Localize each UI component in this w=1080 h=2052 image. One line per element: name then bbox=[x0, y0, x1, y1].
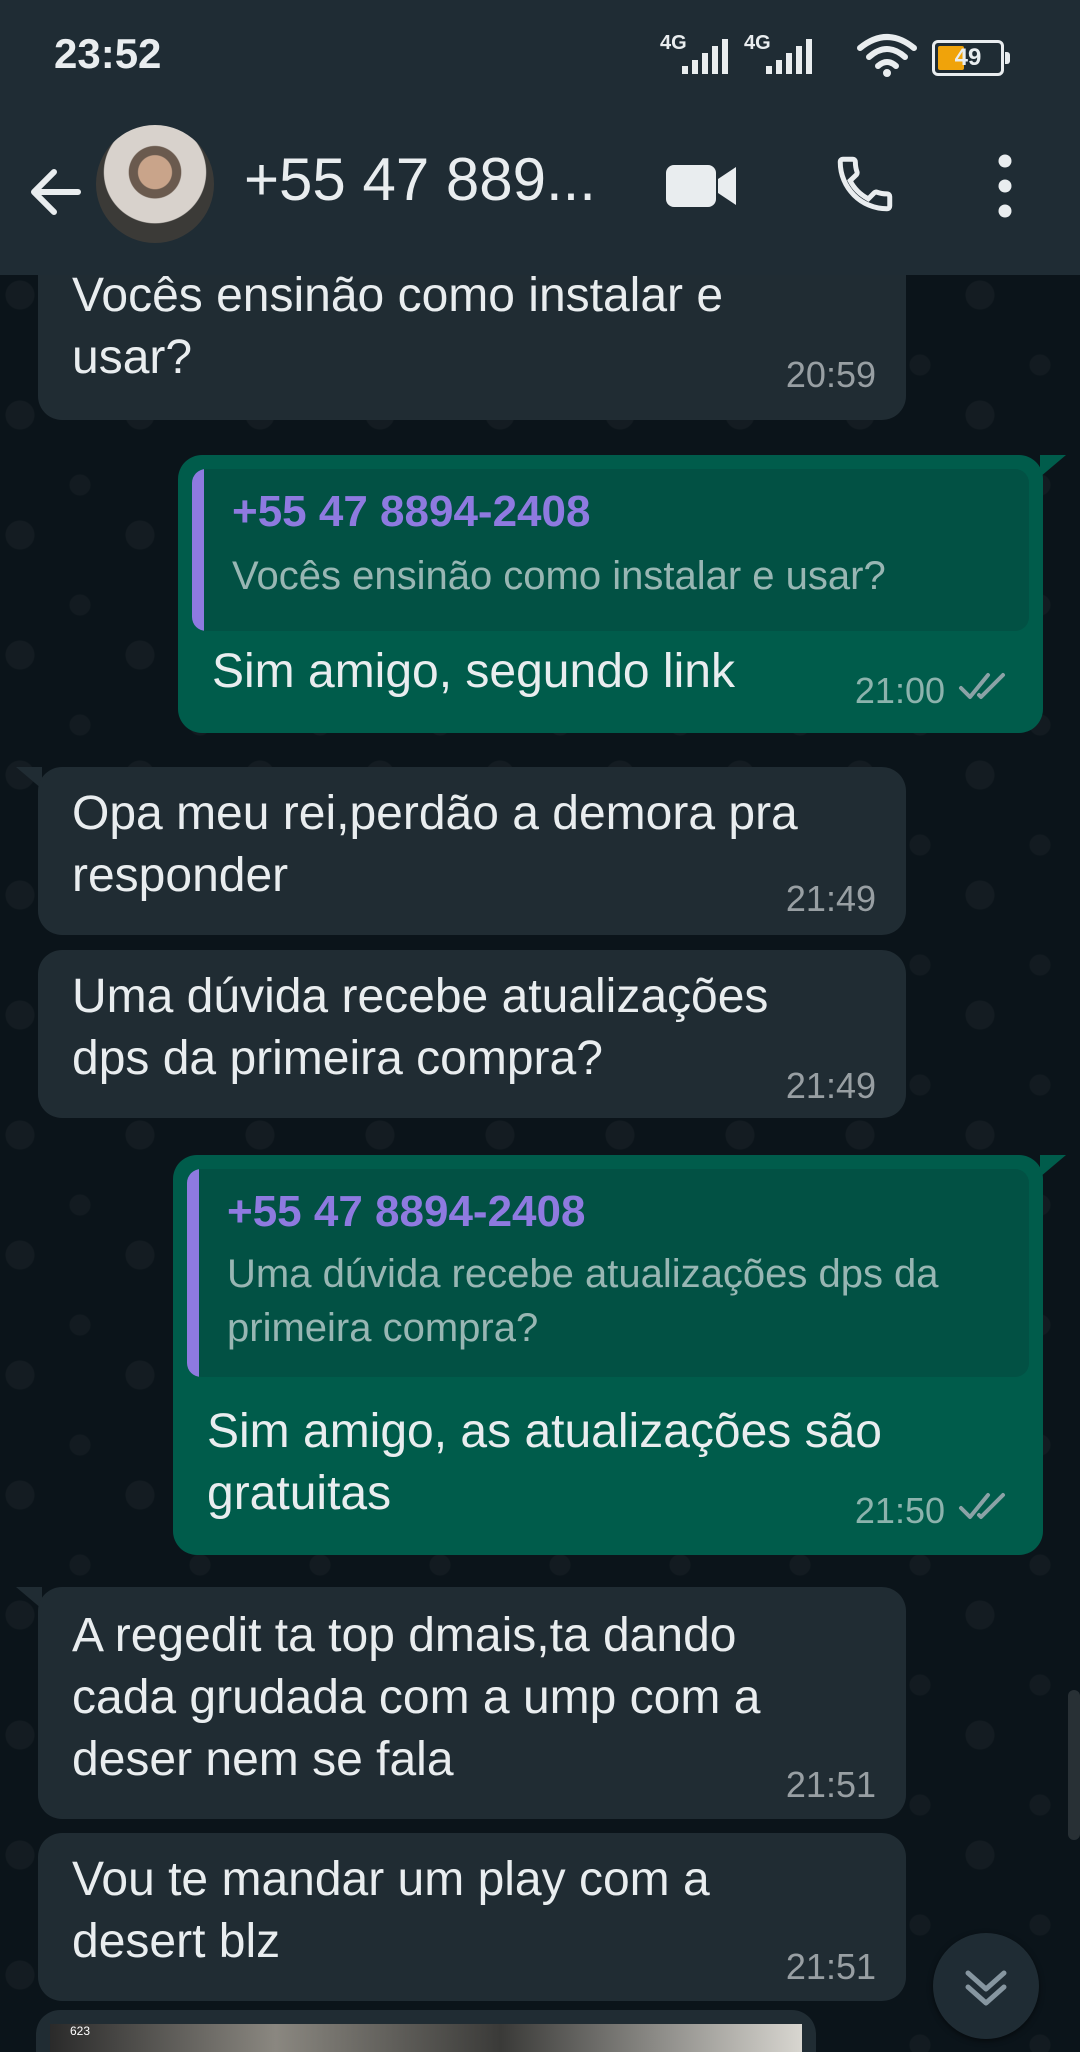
status-bar: 23:52 4G 4G 49 bbox=[0, 0, 1080, 115]
more-vert-icon[interactable] bbox=[990, 147, 1020, 225]
quote-text: Vocês ensinão como instalar e usar? bbox=[232, 554, 886, 598]
quoted-message[interactable]: +55 47 8894-2408 Vocês ensinão como inst… bbox=[192, 469, 1029, 631]
message-incoming[interactable]: Opa meu rei,perdão a demora pra responde… bbox=[38, 767, 906, 935]
back-arrow-icon[interactable] bbox=[24, 160, 88, 224]
message-time: 21:49 bbox=[785, 878, 876, 919]
message-time: 21:51 bbox=[785, 1764, 876, 1805]
message-outgoing[interactable]: +55 47 8894-2408 Uma dúvida recebe atual… bbox=[173, 1155, 1043, 1555]
scrollbar[interactable] bbox=[1068, 1690, 1080, 1840]
read-receipt-icon bbox=[959, 673, 1005, 699]
message-time: 21:51 bbox=[785, 1946, 876, 1987]
avatar[interactable] bbox=[96, 125, 214, 243]
message-time: 21:00 bbox=[854, 670, 945, 711]
bubble-tail bbox=[1040, 455, 1066, 477]
message-incoming[interactable]: A regedit ta top dmais,ta dando cada gru… bbox=[38, 1587, 906, 1819]
chat-header: +55 47 889... bbox=[0, 115, 1080, 275]
battery-icon: 49 bbox=[932, 40, 1010, 76]
wifi-icon bbox=[857, 34, 917, 77]
status-icons: 4G 4G 49 bbox=[660, 28, 1020, 78]
status-time: 23:52 bbox=[54, 30, 162, 77]
message-text: Uma dúvida recebe atualizações dps da pr… bbox=[72, 970, 769, 1085]
message-text: Sim amigo, as atualizações são gratuitas bbox=[207, 1405, 882, 1520]
message-time: 21:49 bbox=[785, 1065, 876, 1106]
scroll-to-bottom-button[interactable] bbox=[933, 1933, 1039, 2039]
message-outgoing[interactable]: +55 47 8894-2408 Vocês ensinão como inst… bbox=[178, 455, 1043, 733]
message-text: Vocês ensinão como instalar e usar? bbox=[72, 275, 724, 384]
chat-area[interactable]: Vocês ensinão como instalar e usar? 20:5… bbox=[0, 275, 1080, 2052]
media-message-preview[interactable]: 623 bbox=[36, 2010, 816, 2052]
battery-level: 49 bbox=[954, 44, 982, 71]
phone-icon[interactable] bbox=[832, 151, 898, 217]
message-time: 20:59 bbox=[785, 354, 876, 395]
quote-text: Uma dúvida recebe atualizações dps da pr… bbox=[227, 1252, 939, 1350]
double-chevron-down-icon bbox=[965, 1970, 1007, 2006]
message-time: 21:50 bbox=[854, 1490, 945, 1531]
message-text: A regedit ta top dmais,ta dando cada gru… bbox=[72, 1609, 761, 1786]
message-text: Sim amigo, segundo link bbox=[212, 645, 735, 698]
contact-name[interactable]: +55 47 889... bbox=[244, 145, 596, 214]
message-text: Opa meu rei,perdão a demora pra responde… bbox=[72, 787, 798, 902]
message-incoming[interactable]: Vou te mandar um play com a desert blz 2… bbox=[38, 1833, 906, 2001]
message-incoming[interactable]: Vocês ensinão como instalar e usar? 20:5… bbox=[38, 275, 906, 420]
media-thumbnail bbox=[50, 2024, 802, 2052]
quote-author: +55 47 8894-2408 bbox=[232, 487, 591, 536]
video-call-icon[interactable] bbox=[664, 155, 738, 217]
quoted-message[interactable]: +55 47 8894-2408 Uma dúvida recebe atual… bbox=[187, 1169, 1029, 1377]
message-text: Vou te mandar um play com a desert blz bbox=[72, 1853, 710, 1968]
bubble-tail bbox=[1040, 1155, 1066, 1177]
read-receipt-icon bbox=[959, 1493, 1005, 1519]
media-label: 623 bbox=[70, 2024, 91, 2038]
message-incoming[interactable]: Uma dúvida recebe atualizações dps da pr… bbox=[38, 950, 906, 1118]
quote-author: +55 47 8894-2408 bbox=[227, 1187, 586, 1236]
